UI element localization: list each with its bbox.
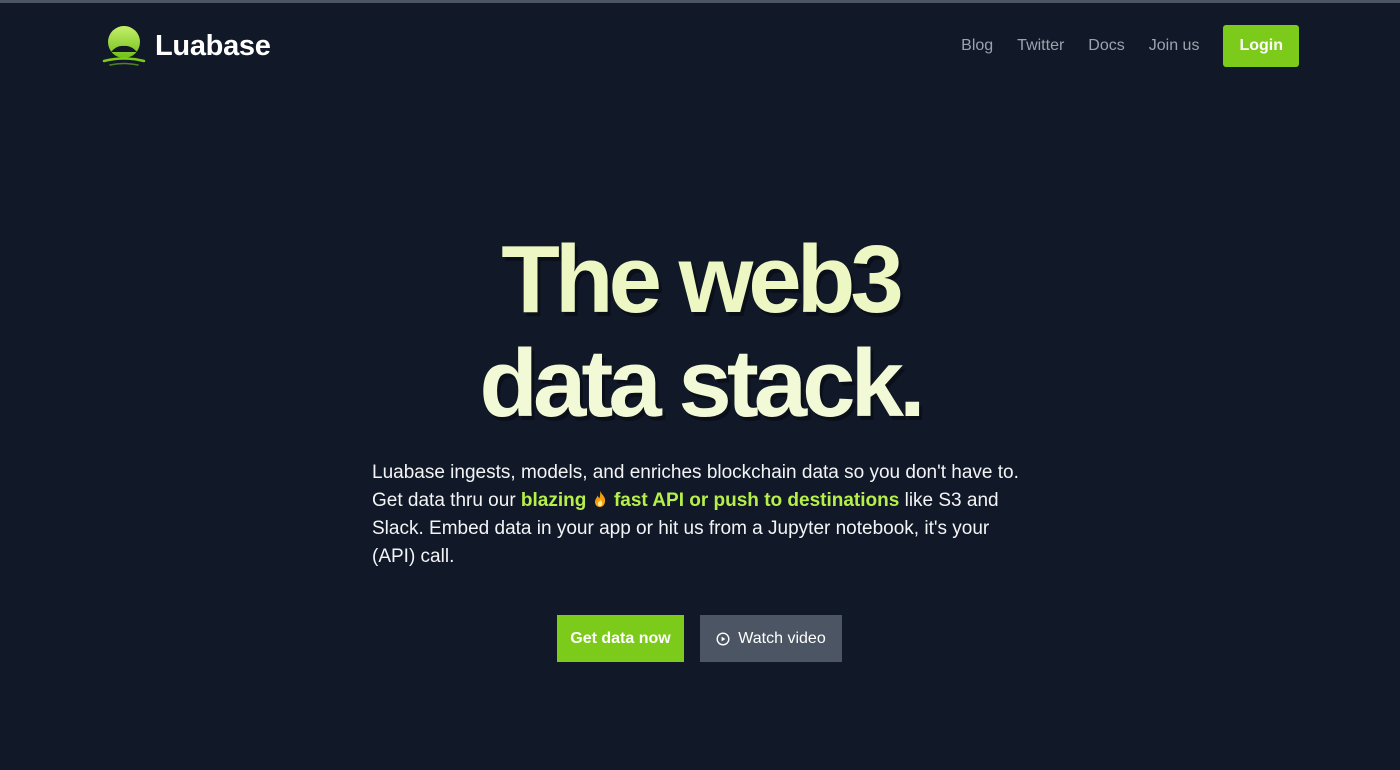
highlight-fast-api: fast API or push to destinations <box>613 490 900 511</box>
watch-video-label: Watch video <box>738 629 826 647</box>
brand-link[interactable]: Luabase <box>101 25 271 67</box>
hero-title-line-2: data stack. <box>479 330 925 437</box>
luabase-logo-icon <box>101 25 147 67</box>
nav-link-twitter[interactable]: Twitter <box>1017 37 1064 55</box>
fire-icon <box>593 489 607 507</box>
brand-name: Luabase <box>155 29 271 62</box>
nav-link-join-us[interactable]: Join us <box>1149 37 1200 55</box>
watch-video-button[interactable]: Watch video <box>700 615 842 662</box>
top-nav: Luabase Blog Twitter Docs Join us Login <box>0 0 1400 92</box>
play-circle-icon <box>716 631 730 646</box>
hero-title-line-1: The web3 <box>501 226 903 333</box>
nav-link-blog[interactable]: Blog <box>961 37 993 55</box>
nav-link-docs[interactable]: Docs <box>1088 37 1124 55</box>
login-button[interactable]: Login <box>1223 25 1299 67</box>
hero-title: The web3 data stack. <box>0 228 1400 436</box>
get-data-now-button[interactable]: Get data now <box>557 615 684 662</box>
highlight-blazing: blazing <box>520 490 587 511</box>
cta-row: Get data now Watch video <box>557 615 842 662</box>
hero-description: Luabase ingests, models, and enriches bl… <box>372 459 1032 571</box>
nav-links: Blog Twitter Docs Join us Login <box>961 25 1299 67</box>
